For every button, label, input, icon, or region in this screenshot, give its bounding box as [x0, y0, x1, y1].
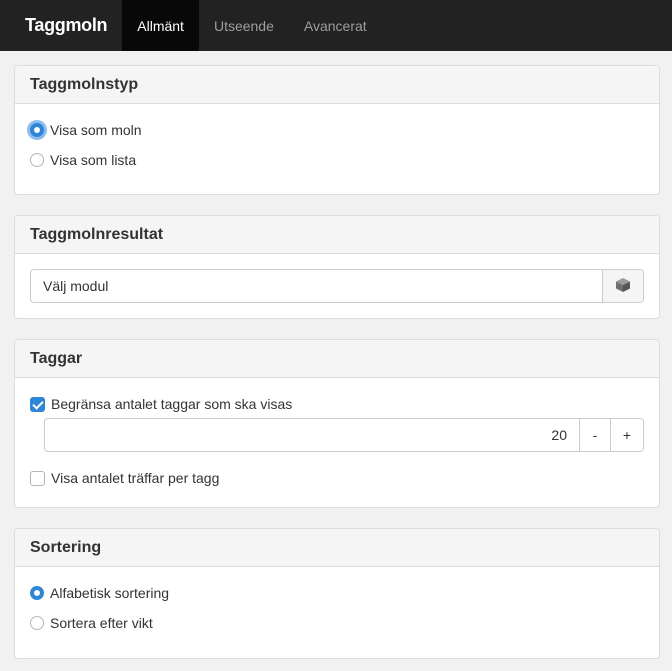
sort-panel: Sortering Alfabetisk sortering Sortera e…	[14, 528, 660, 659]
radio-label: Alfabetisk sortering	[50, 585, 170, 601]
limit-tags-checkbox[interactable]	[30, 396, 45, 412]
tab-utseende[interactable]: Utseende	[199, 0, 289, 51]
tags-panel-heading: Taggar	[15, 340, 659, 378]
tab-allmant[interactable]: Allmänt	[122, 0, 199, 51]
radio-button[interactable]	[30, 153, 44, 167]
show-hits-option[interactable]: Visa antalet träffar per tagg	[30, 470, 219, 486]
tag-limit-input[interactable]: 20	[45, 419, 579, 451]
radio-label: Sortera efter vikt	[50, 615, 153, 631]
app-title: Taggmoln	[25, 15, 108, 35]
tab-avancerat[interactable]: Avancerat	[289, 0, 382, 51]
radio-button[interactable]	[30, 123, 44, 137]
tag-limit-stepper[interactable]: 20 - +	[44, 418, 644, 452]
show-hits-checkbox[interactable]	[30, 470, 45, 486]
top-navbar: Taggmoln Allmänt Utseende Avancerat	[0, 0, 672, 51]
radio-alfabetisk[interactable]: Alfabetisk sortering	[30, 585, 169, 601]
radio-visa-som-moln[interactable]: Visa som moln	[30, 122, 142, 138]
radio-label: Visa som lista	[50, 152, 137, 168]
type-panel: Taggmolnstyp Visa som moln Visa som list…	[14, 65, 660, 195]
result-panel-heading: Taggmolnresultat	[15, 216, 659, 254]
limit-tags-option[interactable]: Begränsa antalet taggar som ska visas	[30, 396, 292, 412]
radio-visa-som-lista[interactable]: Visa som lista	[30, 152, 136, 168]
cube-icon	[615, 277, 631, 296]
limit-tags-label: Begränsa antalet taggar som ska visas	[51, 396, 293, 412]
show-hits-label: Visa antalet träffar per tagg	[51, 470, 220, 486]
sort-panel-heading: Sortering	[15, 529, 659, 567]
radio-vikt[interactable]: Sortera efter vikt	[30, 615, 153, 631]
radio-button[interactable]	[30, 616, 44, 630]
increment-button[interactable]: +	[610, 419, 643, 451]
radio-label: Visa som moln	[50, 122, 142, 138]
radio-button[interactable]	[30, 586, 44, 600]
result-panel: Taggmolnresultat Välj modul	[14, 215, 660, 319]
module-select[interactable]: Välj modul	[30, 269, 644, 303]
module-picker-button[interactable]	[602, 270, 643, 302]
module-select-value[interactable]: Välj modul	[31, 270, 602, 302]
decrement-button[interactable]: -	[579, 419, 610, 451]
type-panel-heading: Taggmolnstyp	[15, 66, 659, 104]
tags-panel: Taggar Begränsa antalet taggar som ska v…	[14, 339, 660, 508]
